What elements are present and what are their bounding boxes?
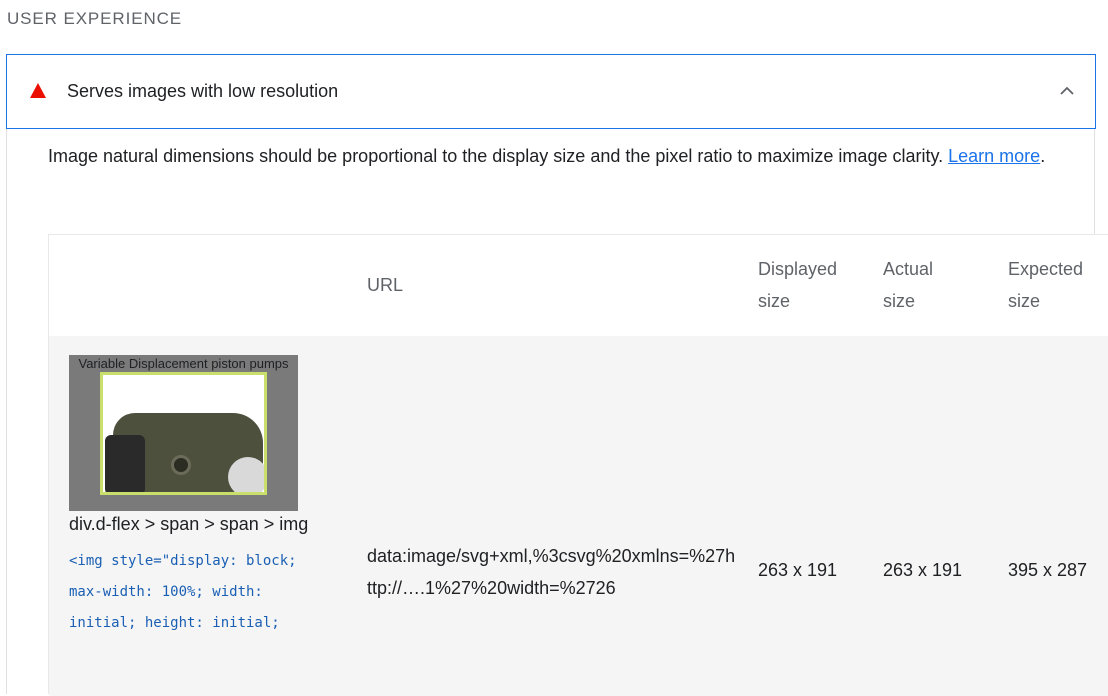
header-expected-size: Expected size bbox=[1008, 253, 1083, 317]
header-actual-size: Actual size bbox=[883, 253, 933, 317]
description-end: . bbox=[1040, 146, 1046, 166]
header-displayed-size: Displayed size bbox=[758, 253, 837, 317]
section-title: USER EXPERIENCE bbox=[7, 9, 183, 28]
audit-header[interactable]: Serves images with low resolution bbox=[6, 54, 1096, 129]
fail-triangle-icon bbox=[30, 83, 46, 98]
audit-title: Serves images with low resolution bbox=[67, 81, 339, 101]
header-displayed-line1: Displayed bbox=[758, 259, 838, 279]
table-row: Variable Displacement piston pumps div.d… bbox=[49, 336, 1108, 696]
node-path: div.d-flex > span > span > img bbox=[69, 514, 309, 534]
description-text: Image natural dimensions should be propo… bbox=[48, 146, 949, 166]
learn-more-link[interactable]: Learn more bbox=[948, 146, 1040, 166]
pump-port bbox=[171, 455, 191, 475]
pump-shaft bbox=[228, 457, 264, 492]
chevron-up-icon[interactable] bbox=[1059, 83, 1075, 99]
header-displayed-line2: size bbox=[758, 291, 791, 311]
actual-size-cell: 263 x 191 bbox=[883, 560, 963, 580]
header-actual-line2: size bbox=[883, 291, 916, 311]
thumbnail-caption: Variable Displacement piston pumps bbox=[78, 356, 289, 371]
expected-size-cell: 395 x 287 bbox=[1008, 560, 1088, 580]
header-expected-line2: size bbox=[1008, 291, 1041, 311]
pump-valve bbox=[105, 435, 145, 492]
image-thumbnail[interactable]: Variable Displacement piston pumps bbox=[69, 355, 298, 511]
displayed-size-cell: 263 x 191 bbox=[758, 560, 838, 580]
header-actual-line1: Actual bbox=[883, 259, 934, 279]
url-cell: data:image/svg+xml,%3csvg%20xmlns=%27htt… bbox=[367, 546, 736, 598]
header-expected-line1: Expected bbox=[1008, 259, 1084, 279]
audit-panel: Serves images with low resolution Image … bbox=[6, 54, 1108, 696]
thumbnail-highlight bbox=[100, 372, 267, 495]
audit-description: Image natural dimensions should be propo… bbox=[48, 140, 1058, 172]
table-header: URL Displayed size Actual size Expected … bbox=[49, 235, 1108, 336]
header-url: URL bbox=[367, 275, 404, 295]
node-snippet[interactable]: <img style="display: block; max-width: 1… bbox=[69, 546, 329, 639]
details-table: URL Displayed size Actual size Expected … bbox=[48, 234, 1108, 696]
